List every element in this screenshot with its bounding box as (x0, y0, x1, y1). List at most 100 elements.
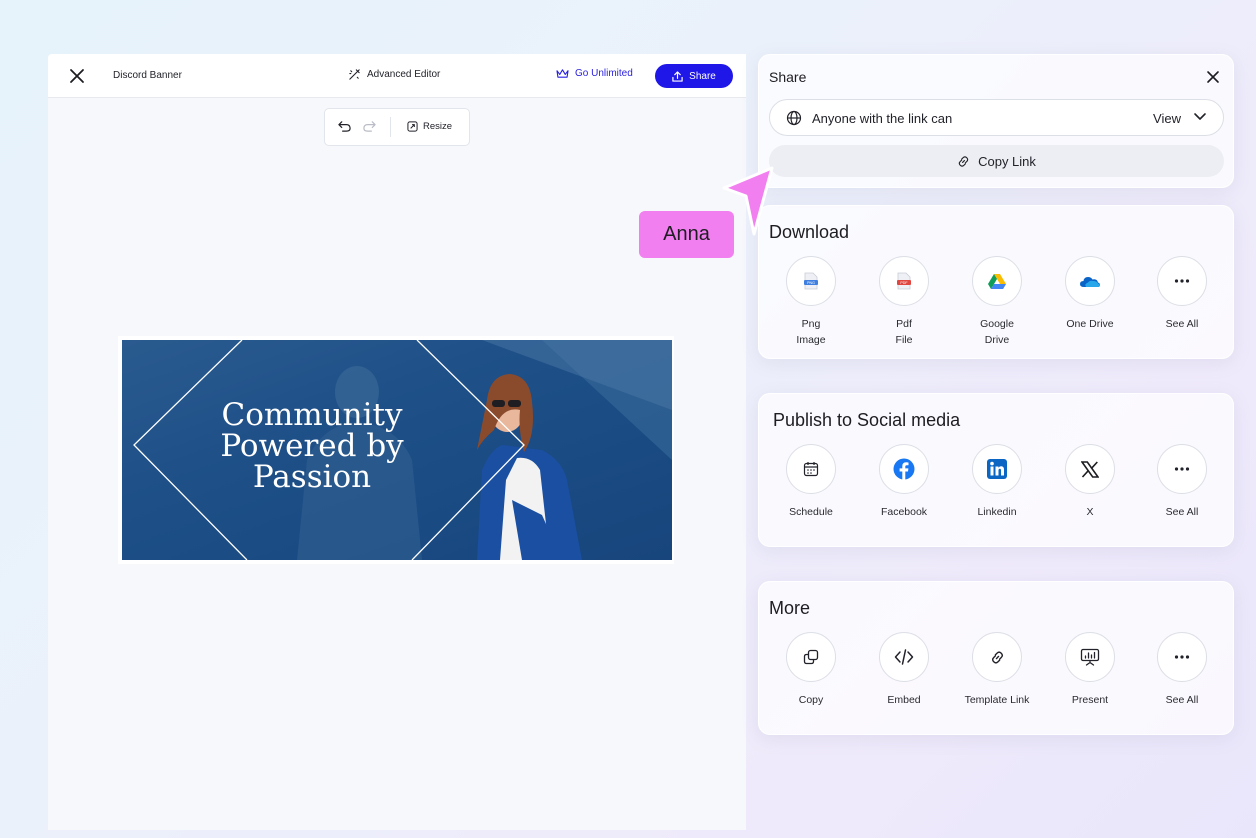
facebook-label: Facebook (880, 506, 928, 518)
embed-button[interactable]: Embed (859, 632, 949, 708)
download-see-all-label: See All (1165, 318, 1199, 330)
x-label: X (1086, 506, 1094, 518)
link-icon (958, 155, 969, 167)
icon-circle: PNG (786, 256, 836, 306)
copy-button[interactable]: Copy (766, 632, 856, 708)
download-title: Download (769, 222, 850, 242)
banner-design: Community Powered by Passion (122, 340, 672, 560)
redo-icon[interactable] (362, 120, 377, 133)
undo-icon[interactable] (337, 120, 352, 133)
more-title: More (769, 598, 811, 618)
magic-wand-icon (349, 69, 360, 80)
x-logo-icon (1081, 460, 1099, 478)
share-button[interactable]: Share (655, 64, 733, 88)
linkedin-icon (987, 459, 1007, 479)
globe-icon (786, 110, 802, 126)
share-button-label: Share (689, 70, 716, 82)
icon-circle (1157, 444, 1207, 494)
presentation-icon (1080, 648, 1100, 666)
crown-icon (556, 69, 569, 78)
icon-circle (1157, 632, 1207, 682)
more-see-all-button[interactable]: See All (1137, 632, 1227, 708)
banner-title-line: Powered by (220, 428, 404, 464)
go-unlimited-label: Go Unlimited (575, 68, 633, 79)
icon-circle (972, 632, 1022, 682)
download-pdf-label: Pdf File (895, 318, 913, 346)
onedrive-icon (1080, 276, 1100, 287)
link-icon (991, 650, 1003, 664)
present-button[interactable]: Present (1045, 632, 1135, 708)
more-dots-icon (1174, 279, 1190, 283)
link-access-dropdown[interactable]: Anyone with the link can View (769, 99, 1224, 136)
pdf-file-icon: PDF (897, 272, 911, 290)
template-link-button[interactable]: Template Link (952, 632, 1042, 708)
canvas-toolbar: Resize (324, 108, 470, 146)
banner-canvas[interactable]: Community Powered by Passion (118, 336, 674, 564)
download-google-drive-label: Google Drive (980, 318, 1014, 346)
advanced-editor-button[interactable]: Advanced Editor (348, 68, 440, 81)
x-button[interactable]: X (1045, 444, 1135, 520)
toolbar-divider (390, 117, 391, 137)
close-icon[interactable] (68, 67, 86, 85)
google-drive-icon (988, 274, 1006, 289)
icon-circle (1157, 256, 1207, 306)
icon-circle (972, 256, 1022, 306)
copy-link-button[interactable]: Copy Link (769, 145, 1224, 177)
schedule-label: Schedule (789, 506, 833, 518)
collaborator-name-tag: Anna (639, 211, 734, 258)
svg-text:PNG: PNG (807, 281, 815, 285)
banner-title-line: Community (221, 397, 403, 433)
more-dots-icon (1174, 467, 1190, 471)
social-title: Publish to Social media (773, 410, 961, 430)
linkedin-label: Linkedin (977, 506, 1017, 518)
download-onedrive-button[interactable]: One Drive (1045, 256, 1135, 332)
copy-icon (803, 649, 819, 665)
social-see-all-button[interactable]: See All (1137, 444, 1227, 520)
more-dots-icon (1174, 655, 1190, 659)
code-icon (894, 649, 914, 665)
download-png-label: Png Image (796, 318, 826, 346)
copy-link-label: Copy Link (978, 153, 1036, 169)
resize-button[interactable]: Resize (407, 121, 452, 132)
icon-circle (1065, 632, 1115, 682)
facebook-button[interactable]: Facebook (859, 444, 949, 520)
download-onedrive-label: One Drive (1066, 318, 1114, 330)
download-pdf-button[interactable]: PDF Pdf File (859, 256, 949, 348)
download-png-button[interactable]: PNG Png Image (766, 256, 856, 348)
schedule-button[interactable]: Schedule (766, 444, 856, 520)
download-google-drive-button[interactable]: Google Drive (952, 256, 1042, 348)
svg-text:PDF: PDF (900, 281, 908, 285)
link-access-value: View (1153, 111, 1181, 126)
banner-title: Community Powered by Passion (182, 400, 442, 493)
icon-circle (1065, 444, 1115, 494)
icon-circle: PDF (879, 256, 929, 306)
share-panel-title: Share (769, 69, 807, 85)
calendar-icon (803, 462, 819, 477)
editor-panel: Discord Banner Advanced Editor Go Unlimi… (48, 54, 746, 830)
go-unlimited-button[interactable]: Go Unlimited (556, 68, 633, 79)
icon-circle (786, 632, 836, 682)
more-see-all-label: See All (1165, 694, 1199, 706)
editor-topbar: Discord Banner Advanced Editor Go Unlimi… (48, 54, 746, 98)
icon-circle (786, 444, 836, 494)
icon-circle (1065, 256, 1115, 306)
upload-icon (672, 70, 683, 82)
icon-circle (879, 632, 929, 682)
download-see-all-button[interactable]: See All (1137, 256, 1227, 332)
share-panel: Share Anyone with the link can View Copy… (758, 54, 1234, 188)
present-label: Present (1071, 694, 1109, 706)
embed-label: Embed (887, 694, 921, 706)
icon-circle (972, 444, 1022, 494)
chevron-down-icon (1194, 113, 1206, 120)
close-icon[interactable] (1205, 69, 1221, 85)
template-link-label: Template Link (964, 694, 1030, 706)
png-file-icon: PNG (804, 272, 818, 290)
social-panel: Publish to Social media Schedule Faceboo… (758, 393, 1234, 547)
link-access-label: Anyone with the link can (812, 111, 953, 126)
resize-icon (407, 121, 418, 132)
resize-label: Resize (423, 121, 453, 132)
facebook-icon (893, 458, 915, 480)
banner-title-line: Passion (252, 459, 372, 495)
linkedin-button[interactable]: Linkedin (952, 444, 1042, 520)
more-panel: More Copy Embed Template Link Present Se… (758, 581, 1234, 735)
